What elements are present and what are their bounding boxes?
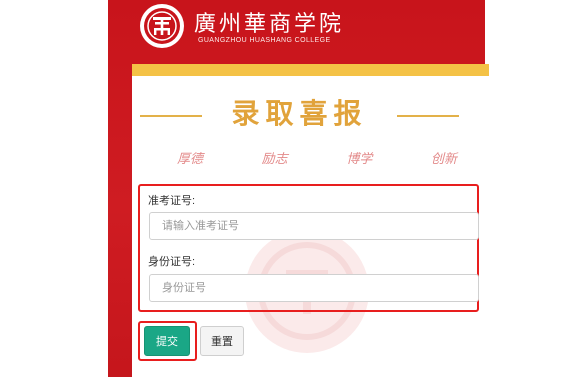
admission-banner: 录取喜报 [132, 92, 489, 132]
motto-item: 励志 [261, 152, 288, 167]
college-seal-logo [140, 4, 184, 48]
id-card-input[interactable] [149, 274, 479, 302]
motto-item: 博学 [346, 152, 373, 167]
motto-item: 厚德 [177, 152, 204, 167]
admission-card: 录取喜报 厚德 励志 博学 创新 准考证号: 身份证号: 提交 重置 [132, 64, 489, 377]
exam-id-input[interactable] [149, 212, 479, 240]
college-name: 廣州華商学院 [194, 12, 345, 37]
banner-title: 录取喜报 [231, 97, 368, 130]
id-card-label: 身份证号: [148, 256, 196, 268]
query-form: 准考证号: 身份证号: [138, 184, 479, 312]
banner-right-line [397, 115, 459, 117]
motto-item: 创新 [430, 152, 457, 167]
exam-id-label: 准考证号: [148, 195, 196, 207]
college-motto: 厚德 励志 博学 创新 [177, 148, 457, 167]
banner-left-line [140, 115, 202, 117]
reset-button[interactable]: 重置 [200, 326, 244, 356]
college-name-english: GUANGZHOU HUASHANG COLLEGE [198, 37, 331, 44]
submit-button[interactable]: 提交 [144, 326, 190, 356]
college-header: 廣州華商学院 GUANGZHOU HUASHANG COLLEGE [108, 0, 485, 60]
